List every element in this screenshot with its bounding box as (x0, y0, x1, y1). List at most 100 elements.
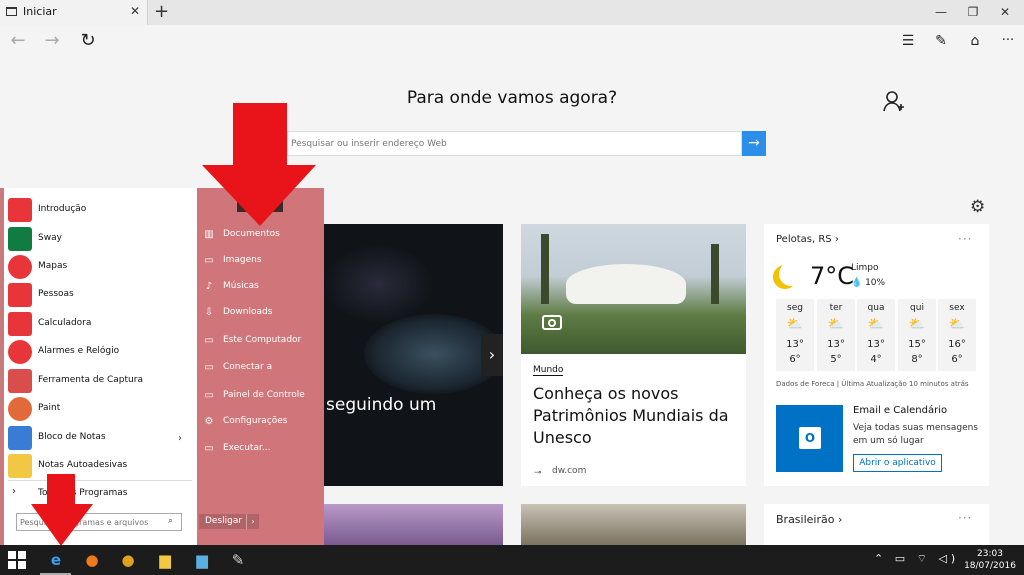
windows-start-icon[interactable] (8, 551, 26, 569)
news-card-bottom-left[interactable] (324, 504, 503, 545)
start-app-sway[interactable]: Sway (8, 225, 188, 253)
mail-title: Email e Calendário (853, 405, 948, 416)
news-card-dark-headline: seguindo um (326, 395, 437, 415)
start-app-mapas[interactable]: Mapas (8, 253, 188, 281)
settings-gear-icon[interactable]: ⚙ (970, 197, 985, 217)
start-app-alarmes[interactable]: Alarmes e Relógio (8, 338, 188, 366)
start-link-configuracoes[interactable]: ⚙ Configurações (203, 411, 321, 433)
link-icon: ⊸ (534, 468, 542, 478)
start-link-conectar[interactable]: ▭ Conectar a (203, 357, 321, 379)
search-box[interactable] (287, 131, 742, 156)
partly-cloudy-icon: ⛅ (786, 317, 804, 332)
partly-cloudy-icon: ⛅ (867, 317, 885, 332)
day-name: qui (910, 303, 924, 313)
day-name: qua (867, 303, 885, 313)
start-link-executar[interactable]: ▭ Executar... (203, 438, 321, 460)
firefox-taskbar-icon[interactable]: ● (74, 547, 110, 575)
submenu-chevron-icon[interactable]: › (178, 433, 182, 444)
start-app-bloco-de-notas[interactable]: Bloco de Notas (8, 424, 188, 452)
tab-iniciar[interactable]: Iniciar ✕ (0, 0, 148, 25)
hub-button[interactable]: ☰ (894, 25, 922, 57)
carousel-next-button[interactable]: › (481, 334, 503, 376)
brasileirao-title[interactable]: Brasileirão › (776, 513, 842, 526)
low-temp: 4° (870, 354, 882, 365)
add-user-icon[interactable] (882, 90, 908, 114)
map-pin-icon (8, 255, 32, 279)
chevron-right-icon: › (12, 486, 16, 497)
shutdown-options-button[interactable]: › (246, 514, 259, 529)
forward-button[interactable]: → (38, 25, 66, 57)
app-label: Mapas (38, 261, 68, 271)
day-name: seg (787, 303, 803, 313)
high-temp: 13° (786, 339, 804, 350)
card-image-glow (324, 244, 434, 324)
app-label: Ferramenta de Captura (38, 375, 143, 385)
minimize-button[interactable]: — (927, 2, 955, 22)
search-go-button[interactable]: → (742, 131, 766, 156)
start-app-introducao[interactable]: Introdução (8, 196, 188, 224)
control-panel-icon: ▭ (204, 390, 214, 401)
forecast-day: ter ⛅ 13° 5° (817, 299, 855, 371)
run-icon: ▭ (204, 443, 214, 454)
rain-chance: 💧 10% (851, 278, 886, 288)
start-link-musicas[interactable]: ♪ Músicas (203, 276, 321, 298)
high-temp: 16° (948, 339, 966, 350)
start-link-imagens[interactable]: ▭ Imagens (203, 250, 321, 272)
start-app-pessoas[interactable]: Pessoas (8, 281, 188, 309)
mail-app-tile[interactable]: O (776, 405, 843, 472)
clock[interactable]: 23:03 18/07/2016 (960, 548, 1020, 572)
annotation-arrow-top (202, 103, 316, 226)
news-category[interactable]: Mundo (533, 365, 564, 376)
link-label: Músicas (223, 281, 259, 291)
app-label: Bloco de Notas (38, 432, 106, 442)
restore-button[interactable]: ❐ (959, 2, 987, 22)
weather-city[interactable]: Pelotas, RS › (776, 234, 839, 245)
partly-cloudy-icon: ⛅ (827, 317, 845, 332)
store-taskbar-icon[interactable]: ▆ (184, 547, 220, 575)
app-label: Pessoas (38, 289, 74, 299)
file-explorer-taskbar-icon[interactable]: ▆ (147, 547, 183, 575)
search-input[interactable] (288, 132, 741, 155)
edge-taskbar-icon[interactable]: e (38, 547, 74, 575)
news-card-dark[interactable] (324, 224, 503, 486)
close-tab-icon[interactable]: ✕ (130, 4, 140, 18)
start-link-este-computador[interactable]: ▭ Este Computador (203, 330, 321, 352)
forecast-day: qua ⛅ 13° 4° (857, 299, 895, 371)
gear-icon: ⚙ (204, 416, 214, 427)
annotation-arrow-bottom (31, 474, 93, 546)
start-app-calculadora[interactable]: Calculadora (8, 310, 188, 338)
system-tray-icons[interactable]: ⌃ ▭ ⌔ ◁) (874, 552, 959, 566)
high-temp: 15° (908, 339, 926, 350)
brasileirao-more-icon[interactable]: ··· (958, 511, 972, 525)
web-note-button[interactable]: ✎ (927, 25, 955, 57)
start-app-captura[interactable]: Ferramenta de Captura (8, 367, 188, 395)
weather-more-icon[interactable]: ··· (958, 232, 972, 246)
start-app-paint[interactable]: Paint (8, 395, 188, 423)
sticky-notes-icon (8, 454, 32, 478)
news-headline[interactable]: Conheça os novos Patrimônios Mundiais da… (533, 383, 738, 449)
chrome-taskbar-icon[interactable]: ● (110, 547, 146, 575)
moon-icon (779, 262, 803, 286)
link-label: Configurações (223, 416, 288, 426)
more-button[interactable]: ··· (994, 25, 1022, 57)
open-app-button[interactable]: Abrir o aplicativo (853, 454, 942, 472)
news-card-bottom-middle[interactable] (521, 504, 746, 545)
back-button[interactable]: ← (4, 25, 32, 57)
calculator-icon (8, 312, 32, 336)
documents-icon: ▥ (204, 229, 214, 240)
refresh-button[interactable]: ↻ (74, 25, 102, 57)
start-link-downloads[interactable]: ⇩ Downloads (203, 302, 321, 324)
share-button[interactable]: ⌂ (961, 25, 989, 57)
palm-tree (711, 244, 719, 304)
start-link-painel[interactable]: ▭ Painel de Controle (203, 385, 321, 407)
link-label: Downloads (223, 307, 273, 317)
shutdown-label[interactable]: Desligar (205, 514, 242, 529)
forecast-day: qui ⛅ 15° 8° (898, 299, 936, 371)
nav-bar (0, 25, 1024, 57)
paint-taskbar-icon[interactable]: ✎ (220, 547, 256, 575)
close-window-button[interactable]: ✕ (991, 2, 1019, 22)
new-tab-button[interactable]: + (154, 0, 169, 24)
annotation-arrow-shape (202, 103, 316, 226)
pictures-icon: ▭ (204, 255, 214, 266)
link-label: Painel de Controle (223, 390, 305, 400)
